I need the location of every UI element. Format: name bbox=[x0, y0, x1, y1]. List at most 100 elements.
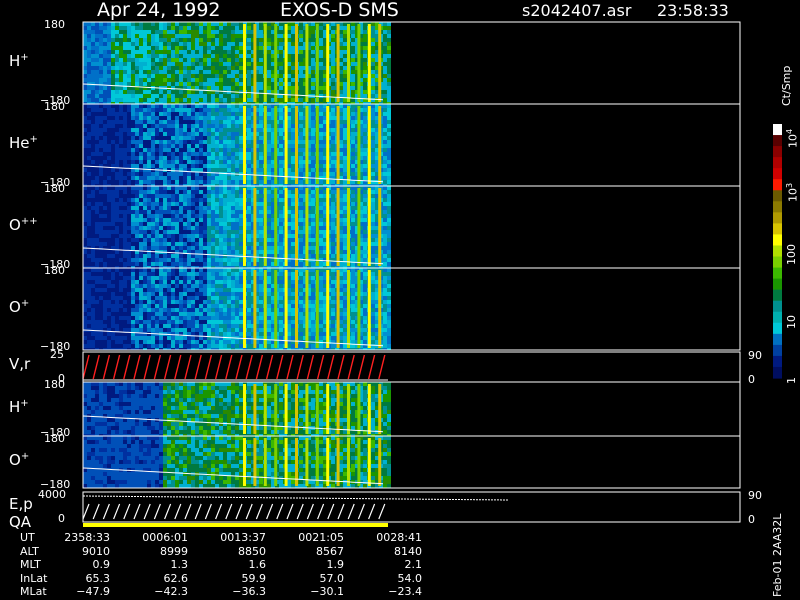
heatmap-cell bbox=[231, 144, 235, 148]
heatmap-cell bbox=[207, 86, 211, 90]
heatmap-cell bbox=[139, 38, 143, 42]
heatmap-cell bbox=[167, 94, 171, 98]
heatmap-cell bbox=[383, 120, 387, 124]
heatmap-cell bbox=[115, 190, 119, 194]
heatmap-cell bbox=[259, 258, 263, 262]
heatmap-cell bbox=[151, 128, 155, 132]
heatmap-cell bbox=[95, 70, 99, 74]
heatmap-cell bbox=[279, 86, 283, 90]
heatmap-cell bbox=[187, 78, 191, 82]
heatmap-cell bbox=[131, 226, 135, 230]
heatmap-cell bbox=[371, 242, 375, 246]
heatmap-cell bbox=[207, 62, 211, 66]
heatmap-cell bbox=[387, 74, 391, 78]
heatmap-cell bbox=[279, 218, 283, 222]
heatmap-cell bbox=[83, 202, 87, 206]
heatmap-cell bbox=[123, 194, 127, 198]
spin-stripe bbox=[295, 106, 298, 184]
heatmap-cell bbox=[267, 62, 271, 66]
heatmap-cell bbox=[119, 82, 123, 86]
heatmap-cell bbox=[223, 98, 227, 102]
heatmap-cell bbox=[223, 180, 227, 184]
heatmap-cell bbox=[279, 164, 283, 168]
heatmap-cell bbox=[83, 230, 87, 234]
heatmap-cell bbox=[87, 242, 91, 246]
heatmap-cell bbox=[331, 164, 335, 168]
heatmap-cell bbox=[231, 116, 235, 120]
heatmap-cell bbox=[91, 180, 95, 184]
heatmap-cell bbox=[247, 104, 251, 108]
heatmap-cell bbox=[211, 206, 215, 210]
heatmap-cell bbox=[219, 168, 223, 172]
heatmap-cell bbox=[135, 108, 139, 112]
heatmap-cell bbox=[311, 22, 315, 26]
heatmap-cell bbox=[119, 46, 123, 50]
heatmap-cell bbox=[259, 82, 263, 86]
heatmap-cell bbox=[211, 242, 215, 246]
heatmap-cell bbox=[235, 34, 239, 38]
heatmap-cell bbox=[203, 136, 207, 140]
heatmap-cell bbox=[343, 186, 347, 190]
heatmap-cell bbox=[95, 164, 99, 168]
heatmap-cell bbox=[291, 54, 295, 58]
heatmap-cell bbox=[363, 222, 367, 226]
heatmap-cell bbox=[199, 242, 203, 246]
heatmap-cell bbox=[223, 30, 227, 34]
heatmap-cell bbox=[183, 246, 187, 250]
heatmap-cell bbox=[371, 132, 375, 136]
heatmap-cell bbox=[171, 34, 175, 38]
heatmap-cell bbox=[199, 168, 203, 172]
heatmap-cell bbox=[115, 90, 119, 94]
heatmap-cell bbox=[171, 246, 175, 250]
heatmap-cell bbox=[131, 26, 135, 30]
heatmap-cell bbox=[191, 206, 195, 210]
heatmap-cell bbox=[111, 190, 115, 194]
heatmap-cell bbox=[351, 38, 355, 42]
heatmap-cell bbox=[223, 58, 227, 62]
heatmap-cell bbox=[215, 262, 219, 266]
heatmap-cell bbox=[319, 230, 323, 234]
heatmap-cell bbox=[83, 280, 87, 284]
heatmap-cell bbox=[83, 108, 87, 112]
heatmap-cell bbox=[83, 152, 87, 156]
heatmap-cell bbox=[99, 168, 103, 172]
heatmap-cell bbox=[351, 66, 355, 70]
heatmap-cell bbox=[319, 42, 323, 46]
heatmap-cell bbox=[267, 242, 271, 246]
heatmap-cell bbox=[119, 116, 123, 120]
heatmap-cell bbox=[183, 202, 187, 206]
heatmap-cell bbox=[111, 176, 115, 180]
heatmap-cell bbox=[83, 234, 87, 238]
heatmap-cell bbox=[139, 66, 143, 70]
heatmap-cell bbox=[179, 194, 183, 198]
heatmap-cell bbox=[183, 152, 187, 156]
heatmap-cell bbox=[103, 62, 107, 66]
heatmap-cell bbox=[179, 172, 183, 176]
heatmap-cell bbox=[343, 70, 347, 74]
heatmap-cell bbox=[119, 144, 123, 148]
heatmap-cell bbox=[291, 132, 295, 136]
heatmap-cell bbox=[343, 238, 347, 242]
heatmap-cell bbox=[127, 116, 131, 120]
heatmap-cell bbox=[387, 132, 391, 136]
heatmap-cell bbox=[183, 30, 187, 34]
heatmap-cell bbox=[299, 242, 303, 246]
heatmap-cell bbox=[183, 186, 187, 190]
heatmap-cell bbox=[95, 268, 99, 272]
heatmap-cell bbox=[167, 136, 171, 140]
heatmap-cell bbox=[235, 246, 239, 250]
heatmap-cell bbox=[299, 136, 303, 140]
heatmap-cell bbox=[191, 160, 195, 164]
heatmap-cell bbox=[223, 144, 227, 148]
heatmap-cell bbox=[311, 144, 315, 148]
heatmap-cell bbox=[343, 222, 347, 226]
heatmap-cell bbox=[247, 156, 251, 160]
heatmap-cell bbox=[291, 128, 295, 132]
heatmap-cell bbox=[111, 66, 115, 70]
heatmap-cell bbox=[147, 112, 151, 116]
heatmap-cell bbox=[363, 104, 367, 108]
heatmap-cell bbox=[147, 62, 151, 66]
heatmap-cell bbox=[215, 234, 219, 238]
heatmap-cell bbox=[163, 202, 167, 206]
heatmap-cell bbox=[383, 86, 387, 90]
